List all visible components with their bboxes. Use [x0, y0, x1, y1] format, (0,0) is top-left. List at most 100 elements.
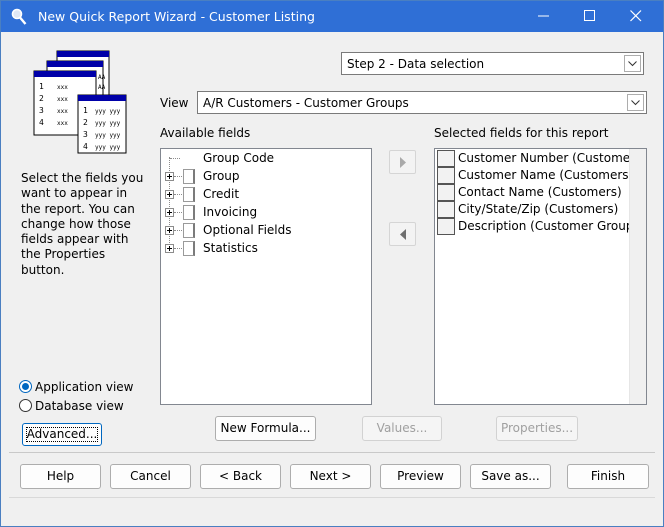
svg-text:3: 3 [39, 106, 44, 115]
svg-text:xxx: xxx [57, 120, 68, 127]
field-marker [437, 218, 455, 235]
svg-text:2: 2 [39, 94, 44, 103]
help-button[interactable]: Help [20, 464, 101, 489]
page-icon [183, 241, 195, 256]
page-icon [183, 223, 195, 238]
expand-icon[interactable] [165, 190, 174, 199]
selected-fields-label: Selected fields for this report [434, 126, 609, 140]
selected-field-item[interactable]: City/State/Zip (Customers) [436, 201, 629, 218]
page-icon [183, 169, 195, 184]
expand-icon[interactable] [165, 208, 174, 217]
divider [9, 452, 655, 453]
available-fields-tree[interactable]: Group Code Group Credit Invoicing Option… [160, 148, 372, 405]
tree-item-label: Credit [203, 187, 240, 201]
tree-item-label: Optional Fields [203, 223, 292, 237]
tree-line [174, 176, 182, 177]
remove-field-button[interactable] [389, 222, 416, 246]
svg-text:AA: AA [98, 84, 106, 91]
tree-line [174, 230, 182, 231]
tree-item-label: Invoicing [203, 205, 258, 219]
database-view-radio[interactable]: Database view [19, 398, 149, 416]
radio-label: Database view [35, 399, 124, 413]
save-as-button[interactable]: Save as... [470, 464, 551, 489]
tree-item-group[interactable]: Group [161, 168, 371, 186]
svg-text:xxx: xxx [57, 108, 68, 115]
radio-icon [19, 399, 32, 412]
field-marker [437, 201, 455, 218]
minimize-button[interactable] [521, 1, 567, 32]
tree-line [174, 194, 182, 195]
radio-label: Application view [35, 380, 134, 394]
svg-text:AA: AA [98, 74, 106, 81]
tree-item-credit[interactable]: Credit [161, 186, 371, 204]
selected-field-label: Description (Customer Groups) [458, 219, 645, 233]
selected-field-label: Customer Number (Customers) [458, 151, 647, 165]
back-button[interactable]: < Back [200, 464, 281, 489]
tree-line [170, 158, 180, 159]
instructions-text: Select the fields you want to appear in … [21, 171, 144, 277]
window-title: New Quick Report Wizard - Customer Listi… [38, 9, 315, 24]
advanced-button[interactable]: Advanced... [22, 423, 102, 446]
next-button[interactable]: Next > [290, 464, 371, 489]
tree-item-invoicing[interactable]: Invoicing [161, 204, 371, 222]
view-select-dropdown[interactable] [627, 94, 644, 111]
cancel-button[interactable]: Cancel [110, 464, 191, 489]
tree-item-label: Group [203, 169, 240, 183]
selected-field-label: City/State/Zip (Customers) [458, 202, 619, 216]
available-fields-label: Available fields [160, 126, 251, 140]
properties-button[interactable]: Properties... [496, 416, 578, 441]
tree-line [174, 212, 182, 213]
selected-field-item[interactable]: Customer Name (Customers) [436, 167, 633, 184]
add-field-button[interactable] [389, 150, 416, 174]
expand-icon[interactable] [165, 172, 174, 181]
svg-text:yyy yyy: yyy yyy [95, 108, 121, 115]
title-bar[interactable]: New Quick Report Wizard - Customer Listi… [1, 1, 663, 32]
selected-fields-list[interactable]: Customer Number (Customers) Customer Nam… [434, 148, 647, 405]
page-icon [183, 187, 195, 202]
selected-field-item[interactable]: Contact Name (Customers) [436, 184, 629, 201]
view-select[interactable]: A/R Customers - Customer Groups [197, 91, 647, 114]
selected-field-label: Customer Name (Customers) [458, 168, 634, 182]
svg-text:1: 1 [39, 82, 44, 91]
svg-text:yyy yyy: yyy yyy [95, 144, 121, 151]
new-formula-button[interactable]: New Formula... [215, 416, 316, 441]
close-button[interactable] [613, 1, 659, 32]
view-label: View [160, 96, 189, 110]
tree-item-label: Statistics [203, 241, 258, 255]
application-view-radio[interactable]: Application view [19, 379, 149, 397]
view-select-value: A/R Customers - Customer Groups [203, 96, 409, 110]
field-marker [437, 184, 455, 201]
tree-item-group-code[interactable]: Group Code [161, 150, 371, 168]
step-select[interactable]: Step 2 - Data selection [341, 52, 644, 75]
tree-item-statistics[interactable]: Statistics [161, 240, 371, 258]
vertical-scrollbar[interactable] [629, 149, 646, 404]
svg-text:yyy yyy: yyy yyy [95, 120, 121, 127]
values-button[interactable]: Values... [362, 416, 442, 441]
wizard-window: New Quick Report Wizard - Customer Listi… [0, 0, 664, 527]
expand-icon[interactable] [165, 244, 174, 253]
report-pages-icon: 1 2 3 4 xxx xxx xxx xxx AA AA 1 2 3 4 yyy yyy yyy … [33, 50, 127, 154]
step-select-value: Step 2 - Data selection [347, 57, 485, 71]
svg-text:4: 4 [39, 118, 44, 127]
tree-line [174, 248, 182, 249]
selected-field-label: Contact Name (Customers) [458, 185, 622, 199]
maximize-button[interactable] [567, 1, 613, 32]
selected-field-item[interactable]: Customer Number (Customers) [436, 150, 646, 167]
tree-item-optional-fields[interactable]: Optional Fields [161, 222, 371, 240]
field-marker [437, 150, 455, 167]
svg-text:2: 2 [83, 118, 88, 127]
svg-text:xxx: xxx [57, 84, 68, 91]
chevron-down-icon [631, 100, 640, 106]
selected-field-item[interactable]: Description (Customer Groups) [436, 218, 644, 235]
finish-button[interactable]: Finish [567, 464, 649, 489]
expand-icon[interactable] [165, 226, 174, 235]
step-select-dropdown[interactable] [624, 55, 641, 72]
page-icon [183, 205, 195, 220]
field-marker [437, 167, 455, 184]
svg-text:yyy yyy: yyy yyy [95, 132, 121, 139]
minimize-icon [538, 15, 549, 17]
radio-selected-icon [19, 380, 32, 393]
status-bar [9, 497, 655, 519]
arrow-left-icon [400, 229, 406, 240]
preview-button[interactable]: Preview [380, 464, 461, 489]
